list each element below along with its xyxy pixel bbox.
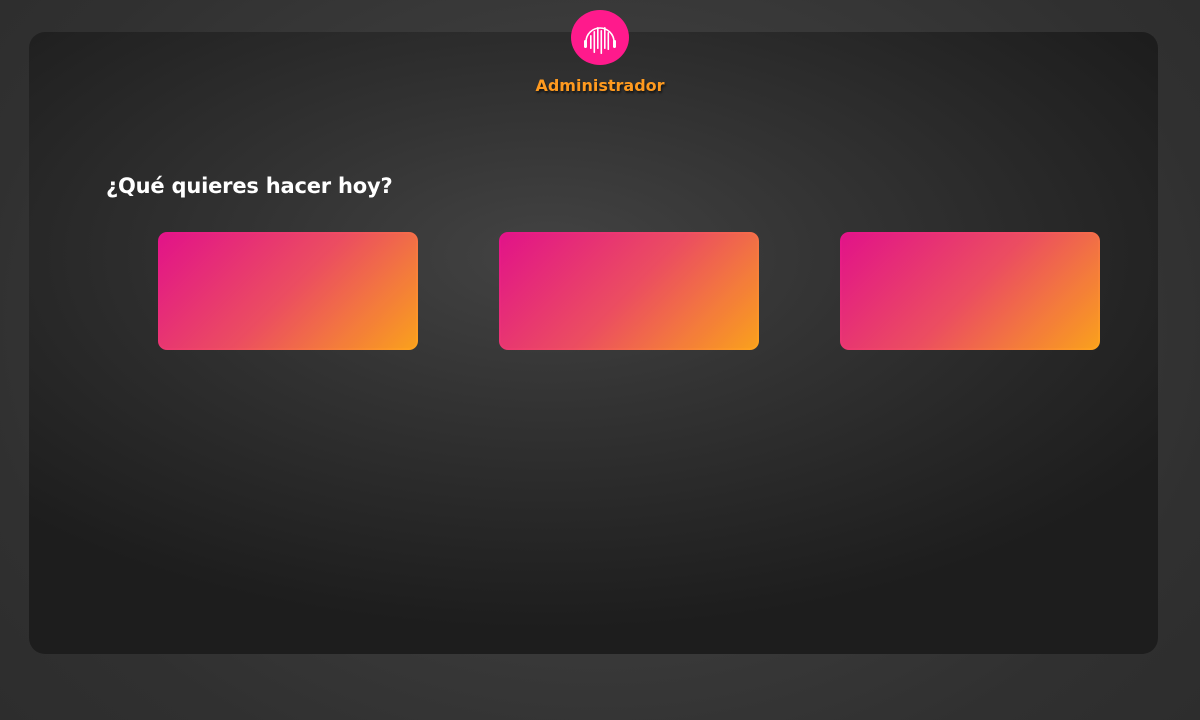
page-title: ¿Qué quieres hacer hoy? [106,174,393,198]
logo-avatar[interactable] [571,10,629,65]
user-role-label: Administrador [535,76,665,95]
main-panel: ¿Qué quieres hacer hoy? [29,32,1158,654]
option-card-2[interactable] [499,232,759,350]
option-card-1[interactable] [158,232,418,350]
option-card-3[interactable] [840,232,1100,350]
soundwave-headphones-icon [584,26,616,54]
